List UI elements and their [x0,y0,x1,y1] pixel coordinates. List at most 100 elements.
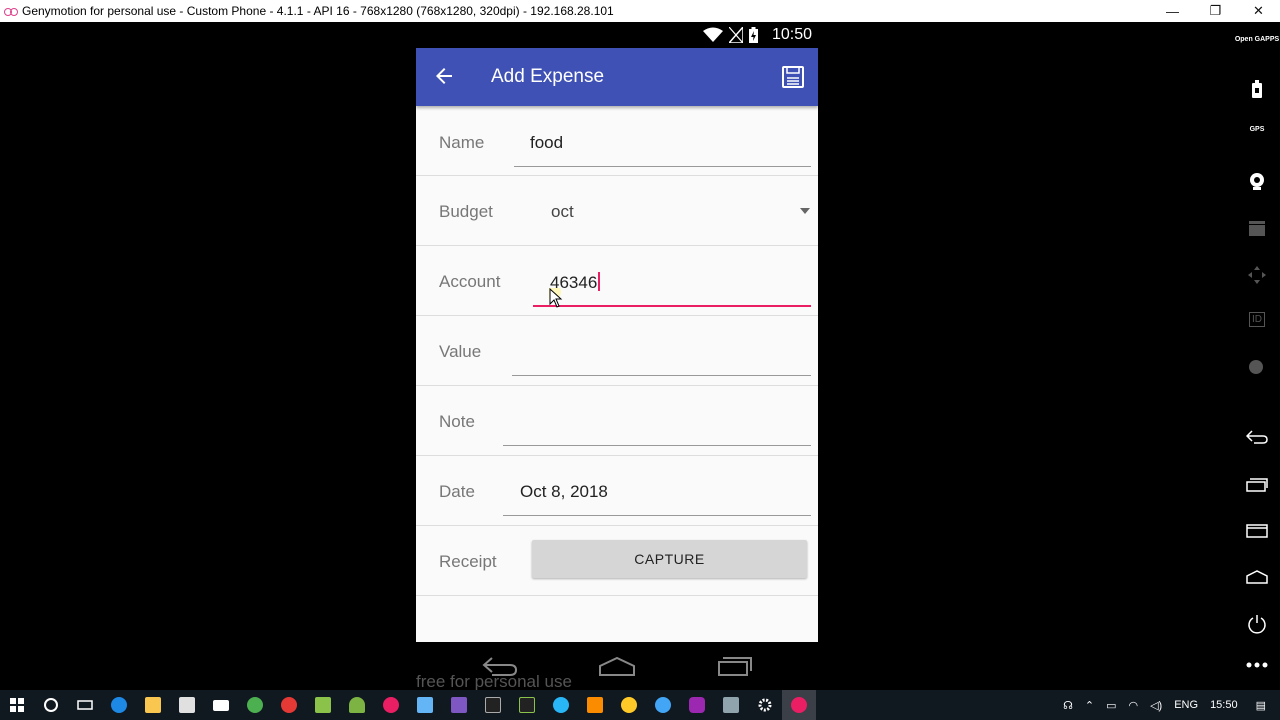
task-view-icon [77,700,93,710]
gps-icon: GPS [1249,126,1265,133]
menu-icon [1246,524,1268,538]
taskbar-app-5[interactable] [714,690,748,720]
minimize-button[interactable]: — [1151,0,1194,22]
watermark: free for personal use [416,672,572,691]
save-icon[interactable] [782,66,804,88]
menu-button[interactable] [1234,524,1280,538]
close-button[interactable]: ✕ [1237,0,1280,22]
genymotion-logo-icon [4,6,18,16]
taskbar-app-2[interactable] [612,690,646,720]
volume-icon[interactable]: ◁) [1150,699,1162,712]
taskbar-app-1[interactable] [544,690,578,720]
name-field[interactable]: food [530,133,563,153]
dropdown-arrow-icon[interactable] [800,208,810,214]
chrome-icon [247,697,263,713]
genymotion-icon [383,697,399,713]
name-underline [514,166,811,167]
text-caret [598,272,600,291]
name-row: Name food [416,106,818,176]
chevron-up-icon[interactable]: ⌃ [1085,699,1094,712]
taskbar-store[interactable] [170,690,204,720]
window-title: Genymotion for personal use - Custom Pho… [22,4,614,18]
chat-icon [655,697,671,713]
taskbar-genymotion-2[interactable] [374,690,408,720]
taskbar-virtualbox[interactable] [408,690,442,720]
start-button[interactable] [0,690,34,720]
id-icon: ID [1249,312,1265,327]
notifications-icon[interactable]: ▤ [1256,699,1266,712]
receipt-row: Receipt CAPTURE [416,526,818,596]
phpstorm-icon [485,697,501,713]
nav-home-icon[interactable] [598,656,636,676]
date-field[interactable]: Oct 8, 2018 [520,482,608,502]
home-icon [1246,570,1268,584]
no-signal-icon [729,27,743,43]
taskbar-visual-studio[interactable] [442,690,476,720]
receipt-label: Receipt [439,552,497,571]
mouse-cursor-icon [549,288,563,308]
battery-button[interactable] [1234,80,1280,98]
wifi-icon [703,27,723,42]
account-label: Account [439,272,501,291]
taskbar-app-4[interactable] [680,690,714,720]
app-icon [621,697,637,713]
power-button[interactable] [1234,614,1280,634]
note-row: Note [416,386,818,456]
recent-apps-button[interactable] [1234,478,1280,492]
dpad-button[interactable] [1234,266,1280,284]
taskbar-chrome[interactable] [238,690,272,720]
genymotion-icon [791,697,807,713]
people-icon[interactable]: ☊ [1063,699,1073,712]
capture-button[interactable]: CAPTURE [532,540,807,578]
notepad-icon [315,697,331,713]
clapperboard-icon [1249,221,1265,236]
value-underline [512,375,811,376]
maximize-button[interactable]: ❐ [1194,0,1237,22]
taskbar-notepad[interactable] [306,690,340,720]
windows-taskbar: ☊ ⌃ ▭ ◠ ◁) ENG 15:50 ▤ [0,690,1280,720]
account-row: Account 46346 [416,246,818,316]
name-label: Name [439,133,485,152]
taskbar-genymotion-active[interactable] [782,690,816,720]
device-id-button[interactable]: ID [1234,312,1280,327]
open-gapps-button[interactable]: Open GAPPS [1234,36,1280,44]
taskbar-settings[interactable] [748,690,782,720]
tray-clock[interactable]: 15:50 [1210,699,1238,711]
gps-button[interactable]: GPS [1234,126,1280,134]
search-button[interactable] [34,690,68,720]
budget-label: Budget [439,202,493,221]
taskbar-app-3[interactable] [646,690,680,720]
expense-form: Name food Budget oct Account 46346 Value… [416,106,818,642]
more-button[interactable] [1234,662,1280,668]
recents-icon [1246,478,1268,492]
taskbar-phpstorm[interactable] [476,690,510,720]
back-button[interactable] [1234,430,1280,444]
battery-charging-icon [749,27,758,43]
task-view-button[interactable] [68,690,102,720]
budget-spinner[interactable]: oct [551,202,574,222]
nav-recents-icon[interactable] [717,656,753,676]
taskbar-explorer[interactable] [136,690,170,720]
value-row: Value [416,316,818,386]
taskbar-edge[interactable] [102,690,136,720]
battery-tray-icon[interactable]: ▭ [1106,699,1116,712]
taskbar-mail[interactable] [204,690,238,720]
back-arrow-icon[interactable] [432,64,456,88]
camera-button[interactable] [1234,172,1280,190]
media-button[interactable] [1234,358,1280,376]
taskbar-pycharm[interactable] [510,690,544,720]
date-label: Date [439,482,475,501]
wifi-tray-icon[interactable]: ◠ [1128,699,1138,712]
taskbar-opera[interactable] [272,690,306,720]
taskbar-xampp[interactable] [578,690,612,720]
pycharm-icon [519,697,535,713]
virtualbox-icon [417,697,433,713]
screencast-button[interactable] [1234,220,1280,236]
taskbar-android-studio[interactable] [340,690,374,720]
mail-icon [213,699,229,711]
budget-row: Budget oct [416,176,818,246]
value-label: Value [439,342,482,361]
status-clock: 10:50 [771,26,812,43]
language-indicator[interactable]: ENG [1174,699,1198,711]
home-button[interactable] [1234,570,1280,584]
